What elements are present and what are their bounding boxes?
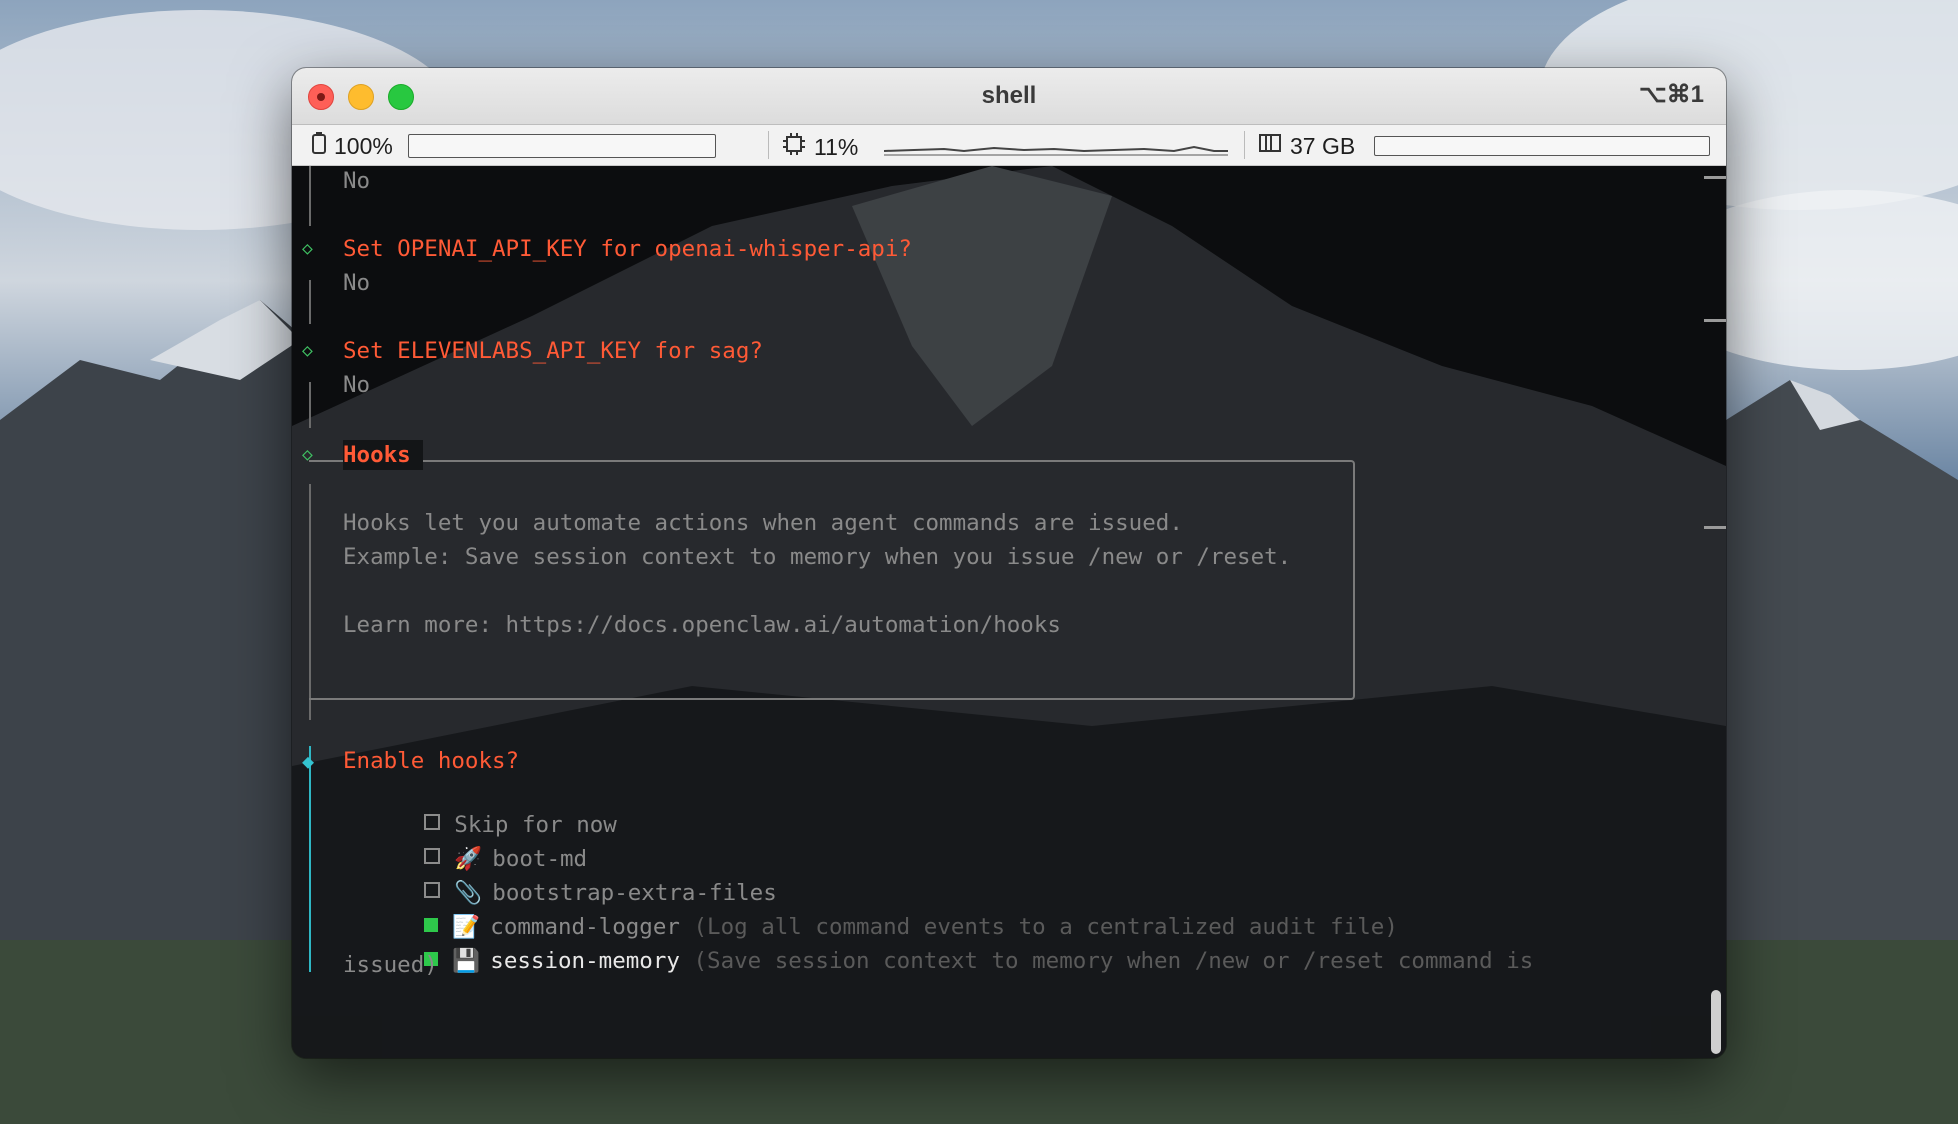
title-bar[interactable]: shell ⌥⌘1 xyxy=(292,68,1726,125)
memory-label: 37 GB xyxy=(1290,132,1356,159)
answered-diamond-icon: ◇ xyxy=(302,340,313,361)
option-description: (Save session context to memory when /ne… xyxy=(693,948,1534,974)
prompt-rail xyxy=(309,280,311,324)
hooks-info-box xyxy=(309,460,1355,700)
floppy-disk-icon: 💾 xyxy=(452,948,481,974)
scroll-marker xyxy=(1704,319,1726,322)
prompt-rail xyxy=(309,166,311,226)
battery-label: 100% xyxy=(334,132,393,159)
cpu-status: 11% xyxy=(782,132,858,162)
hooks-description: Hooks let you automate actions when agen… xyxy=(343,510,1183,536)
terminal-window: shell ⌥⌘1 100% 11% 37 GB No ◇ Set OPENAI… xyxy=(292,68,1726,1058)
terminal-output[interactable]: No ◇ Set OPENAI_API_KEY for openai-whisp… xyxy=(292,166,1726,1058)
status-bar: 100% 11% 37 GB xyxy=(292,125,1726,166)
memory-gauge xyxy=(1374,136,1710,156)
elevenlabs-key-answer: No xyxy=(343,372,371,398)
battery-status: 100% xyxy=(312,132,393,160)
section-diamond-icon: ◇ xyxy=(302,444,313,465)
memory-icon xyxy=(1258,132,1282,160)
cpu-sparkline xyxy=(884,145,1228,156)
hooks-example: Example: Save session context to memory … xyxy=(343,544,1292,570)
hook-option-session-memory[interactable]: 💾 session-memory (Save session context to… xyxy=(343,916,1533,1006)
scroll-marker xyxy=(1704,526,1726,529)
memory-status: 37 GB xyxy=(1258,132,1355,160)
scroll-marker xyxy=(1704,176,1726,179)
hooks-title: Hooks xyxy=(343,440,423,470)
openai-key-answer: No xyxy=(343,270,371,296)
status-divider xyxy=(768,131,769,159)
elevenlabs-key-question: Set ELEVENLABS_API_KEY for sag? xyxy=(343,338,763,364)
window-shortcut: ⌥⌘1 xyxy=(1638,81,1704,108)
answered-diamond-icon: ◇ xyxy=(302,238,313,259)
battery-icon xyxy=(312,132,326,160)
vertical-scrollbar[interactable] xyxy=(1711,990,1721,1054)
cpu-label: 11% xyxy=(814,133,859,160)
battery-gauge xyxy=(408,134,716,158)
enable-hooks-prompt: Enable hooks? xyxy=(343,748,520,774)
option-label: session-memory xyxy=(490,948,680,974)
window-title: shell xyxy=(981,82,1037,109)
option-description-wrap: issued) xyxy=(343,952,438,978)
openai-key-question: Set OPENAI_API_KEY for openai-whisper-ap… xyxy=(343,236,912,262)
hooks-learn-more-link[interactable]: Learn more: https://docs.openclaw.ai/aut… xyxy=(343,610,1061,640)
prompt-rail xyxy=(309,382,311,428)
status-divider xyxy=(1244,131,1245,159)
active-diamond-icon: ◆ xyxy=(302,749,315,773)
cpu-icon xyxy=(782,132,806,162)
previous-answer: No xyxy=(343,168,371,194)
active-prompt-rail xyxy=(309,746,311,972)
